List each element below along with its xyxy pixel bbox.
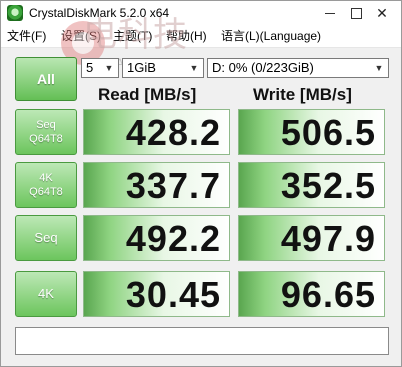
4k-write-result: 96.65 <box>238 271 385 317</box>
close-icon: ✕ <box>376 5 388 21</box>
result-value: 497.9 <box>280 218 376 259</box>
result-value: 337.7 <box>125 165 221 206</box>
write-column-header: Write [MB/s] <box>253 85 352 104</box>
seq-read-result: 492.2 <box>83 215 230 261</box>
disk-app-icon <box>7 5 23 21</box>
seq-button[interactable]: Seq <box>15 215 77 261</box>
4k-read-result: 30.45 <box>83 271 230 317</box>
4k-button[interactable]: 4K <box>15 271 77 317</box>
window-title: CrystalDiskMark 5.2.0 x64 <box>29 6 170 20</box>
minimize-icon <box>325 13 335 14</box>
test-label-line2: Q64T8 <box>29 186 63 198</box>
test-size-select[interactable]: 1GiB ▼ <box>122 58 204 78</box>
4k-q64t8-button[interactable]: 4K Q64T8 <box>15 162 77 208</box>
chevron-down-icon: ▼ <box>104 63 114 73</box>
title-bar: CrystalDiskMark 5.2.0 x64 ✕ <box>1 1 401 25</box>
run-all-button[interactable]: All <box>15 57 77 101</box>
menu-theme[interactable]: 主题(T) <box>113 28 152 44</box>
chevron-down-icon: ▼ <box>189 63 199 73</box>
result-value: 352.5 <box>280 165 376 206</box>
menu-help[interactable]: 帮助(H) <box>166 28 207 44</box>
test-label-line1: Seq <box>34 230 58 245</box>
drive-value: D: 0% (0/223GiB) <box>212 60 314 75</box>
seq-q64t8-read-result: 428.2 <box>83 109 230 155</box>
result-value: 492.2 <box>125 218 221 259</box>
test-count-value: 5 <box>86 60 94 75</box>
seq-q64t8-write-result: 506.5 <box>238 109 385 155</box>
4k-q64t8-write-result: 352.5 <box>238 162 385 208</box>
seq-q64t8-button[interactable]: Seq Q64T8 <box>15 109 77 155</box>
menu-file[interactable]: 文件(F) <box>7 28 46 44</box>
4k-q64t8-read-result: 337.7 <box>83 162 230 208</box>
app-window: CrystalDiskMark 5.2.0 x64 ✕ 文件(F) 设置(S) … <box>0 0 402 367</box>
menu-settings[interactable]: 设置(S) <box>61 28 101 44</box>
test-size-value: 1GiB <box>127 60 156 75</box>
test-label-line2: Q64T8 <box>29 133 63 145</box>
seq-write-result: 497.9 <box>238 215 385 261</box>
result-value: 96.65 <box>280 274 376 315</box>
maximize-icon <box>351 8 362 19</box>
drive-select[interactable]: D: 0% (0/223GiB) ▼ <box>207 58 389 78</box>
test-count-select[interactable]: 5 ▼ <box>81 58 119 78</box>
chevron-down-icon: ▼ <box>374 63 384 73</box>
comment-input[interactable] <box>15 327 389 355</box>
test-label-line1: 4K <box>38 286 54 301</box>
test-label-line1: 4K <box>39 172 53 184</box>
test-label-line1: Seq <box>36 119 56 131</box>
read-column-header: Read [MB/s] <box>98 85 197 104</box>
result-value: 30.45 <box>125 274 221 315</box>
result-value: 506.5 <box>280 112 376 153</box>
menu-language[interactable]: 语言(L)(Language) <box>221 28 321 44</box>
close-button[interactable]: ✕ <box>365 1 399 25</box>
result-value: 428.2 <box>125 112 221 153</box>
menu-bar: 文件(F) 设置(S) 主题(T) 帮助(H) 语言(L)(Language) <box>1 25 401 48</box>
